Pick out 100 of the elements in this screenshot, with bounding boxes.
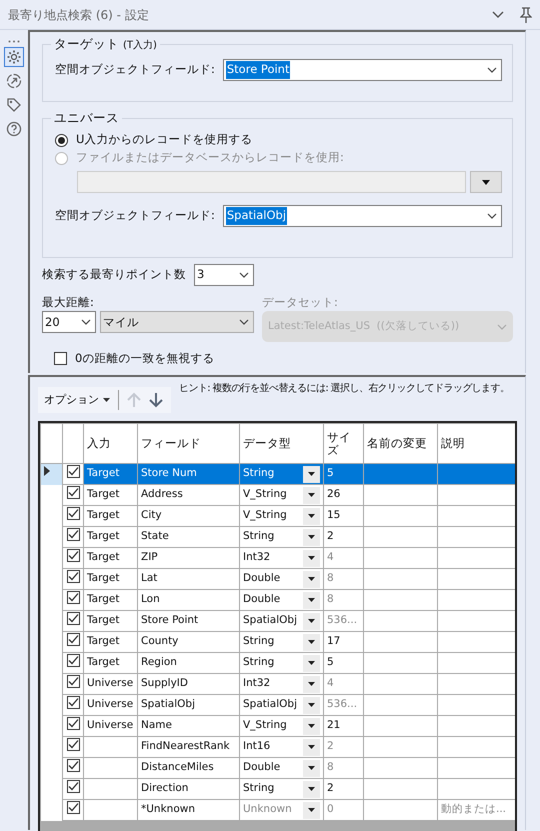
checkbox[interactable] — [66, 528, 80, 542]
table-cell: Target — [84, 506, 138, 526]
dropdown-button[interactable] — [303, 696, 320, 714]
checkbox[interactable] — [66, 486, 80, 500]
table-cell: 15 — [324, 506, 364, 526]
dropdown-button[interactable] — [303, 802, 320, 818]
table-cell: Region — [138, 652, 240, 674]
caret-icon — [308, 619, 315, 623]
settings-icon[interactable] — [4, 47, 24, 67]
caret-icon — [81, 319, 91, 326]
checkbox[interactable] — [66, 465, 80, 478]
checkbox[interactable] — [66, 570, 80, 584]
dropdown-button[interactable] — [303, 780, 320, 798]
table-cell: Store Point — [138, 610, 240, 632]
caret-icon — [308, 640, 315, 644]
table-cell: Lat — [138, 568, 240, 590]
caret-icon — [308, 682, 315, 686]
caret-icon — [487, 67, 497, 73]
checkbox[interactable] — [66, 759, 80, 772]
table-cell: 2 — [324, 736, 364, 758]
arrow-circle-icon[interactable] — [4, 71, 24, 91]
table-cell: Lon — [138, 590, 240, 610]
checkbox[interactable] — [66, 738, 80, 752]
checkbox[interactable] — [66, 633, 80, 646]
dropdown-button[interactable] — [303, 612, 320, 630]
caret-icon — [239, 272, 249, 278]
dropdown-field[interactable]: SpatialObj — [222, 205, 502, 227]
table-cell: Target — [84, 652, 138, 674]
caret-icon — [308, 556, 315, 560]
dropdown-button[interactable] — [303, 486, 320, 504]
dropdown-button[interactable] — [303, 466, 320, 482]
hint-text: ヒント: 複数の行を並べ替えるには: 選択し、右クリックしてドラッグします。 — [179, 382, 510, 396]
checkbox[interactable] — [66, 612, 80, 626]
caret-icon — [308, 745, 315, 749]
dropdown-button[interactable] — [303, 508, 320, 524]
dropdown-field[interactable]: 3 — [194, 264, 254, 286]
section-note: (T入力) — [123, 38, 157, 53]
checkbox[interactable] — [54, 352, 67, 366]
dropdown-button[interactable] — [303, 738, 320, 756]
dropdown-button[interactable] — [470, 171, 502, 193]
section-legend: ターゲット — [54, 35, 119, 54]
checkbox[interactable] — [66, 591, 80, 604]
table-cell-text: SpatialObj — [243, 697, 297, 712]
checkbox[interactable] — [66, 654, 80, 668]
table-cell-text: String — [243, 634, 274, 650]
radio-label: U入力からのレコードを使用する — [76, 131, 252, 148]
pin-icon[interactable] — [520, 6, 532, 22]
checkbox[interactable] — [66, 696, 80, 710]
dropdown-button[interactable] — [303, 654, 320, 672]
more-icon[interactable] — [8, 40, 20, 43]
caret-icon — [308, 703, 315, 707]
table-cell-text: Unknown — [243, 802, 292, 818]
table-cell: Address — [138, 484, 240, 506]
checkbox[interactable] — [66, 549, 80, 562]
table-cell-text: V_String — [243, 487, 287, 502]
dropdown-field[interactable]: Store Point — [222, 59, 502, 81]
dropdown-field[interactable]: マイル — [100, 311, 254, 334]
checkbox[interactable] — [66, 675, 80, 688]
table-cell: 4 — [324, 548, 364, 568]
table-cell: DistanceMiles — [138, 758, 240, 778]
help-icon[interactable] — [4, 119, 24, 139]
radio-button[interactable] — [55, 134, 68, 146]
dropdown-button[interactable] — [303, 528, 320, 546]
caret-icon — [239, 319, 249, 326]
caret-icon — [308, 472, 315, 476]
caret-icon — [497, 324, 507, 330]
dropdown-button[interactable] — [303, 570, 320, 588]
checkbox[interactable] — [66, 717, 80, 730]
dropdown-field[interactable]: 20 — [42, 311, 96, 334]
checkbox[interactable] — [66, 507, 80, 520]
dropdown-button[interactable] — [303, 676, 320, 692]
table-cell: Target — [84, 548, 138, 568]
table-cell: FindNearestRank — [138, 736, 240, 758]
table-cell: Universe — [84, 674, 138, 694]
table-cell: ZIP — [138, 548, 240, 568]
table-cell-text: String — [243, 655, 274, 670]
checkbox[interactable] — [66, 780, 80, 794]
file-path-field[interactable] — [77, 171, 466, 193]
table-cell: Universe — [84, 694, 138, 716]
table-cell: 8 — [324, 590, 364, 610]
table-cell-text: Int32 — [243, 676, 270, 692]
dropdown-button[interactable] — [303, 550, 320, 566]
table-cell: 2 — [324, 526, 364, 548]
chevron-down-icon[interactable] — [492, 10, 504, 18]
table-cell: Target — [84, 464, 138, 484]
table-cell-text: Int32 — [243, 550, 270, 566]
table-cell: 17 — [324, 632, 364, 652]
table-cell: Target — [84, 590, 138, 610]
checkbox[interactable] — [66, 801, 80, 814]
radio-button[interactable] — [55, 152, 68, 164]
dropdown-button[interactable] — [303, 592, 320, 608]
checkbox-label: 0の距離の一致を無視する — [75, 350, 214, 368]
table-cell: Universe — [84, 716, 138, 736]
table-cell: Direction — [138, 778, 240, 800]
table-cell-text: Double — [243, 592, 280, 608]
dropdown-button[interactable] — [303, 634, 320, 650]
dropdown-button[interactable] — [303, 760, 320, 776]
dropdown-button[interactable] — [303, 718, 320, 734]
arrow-down-icon[interactable] — [149, 392, 163, 408]
table-cell-text: SpatialObj — [243, 613, 297, 628]
